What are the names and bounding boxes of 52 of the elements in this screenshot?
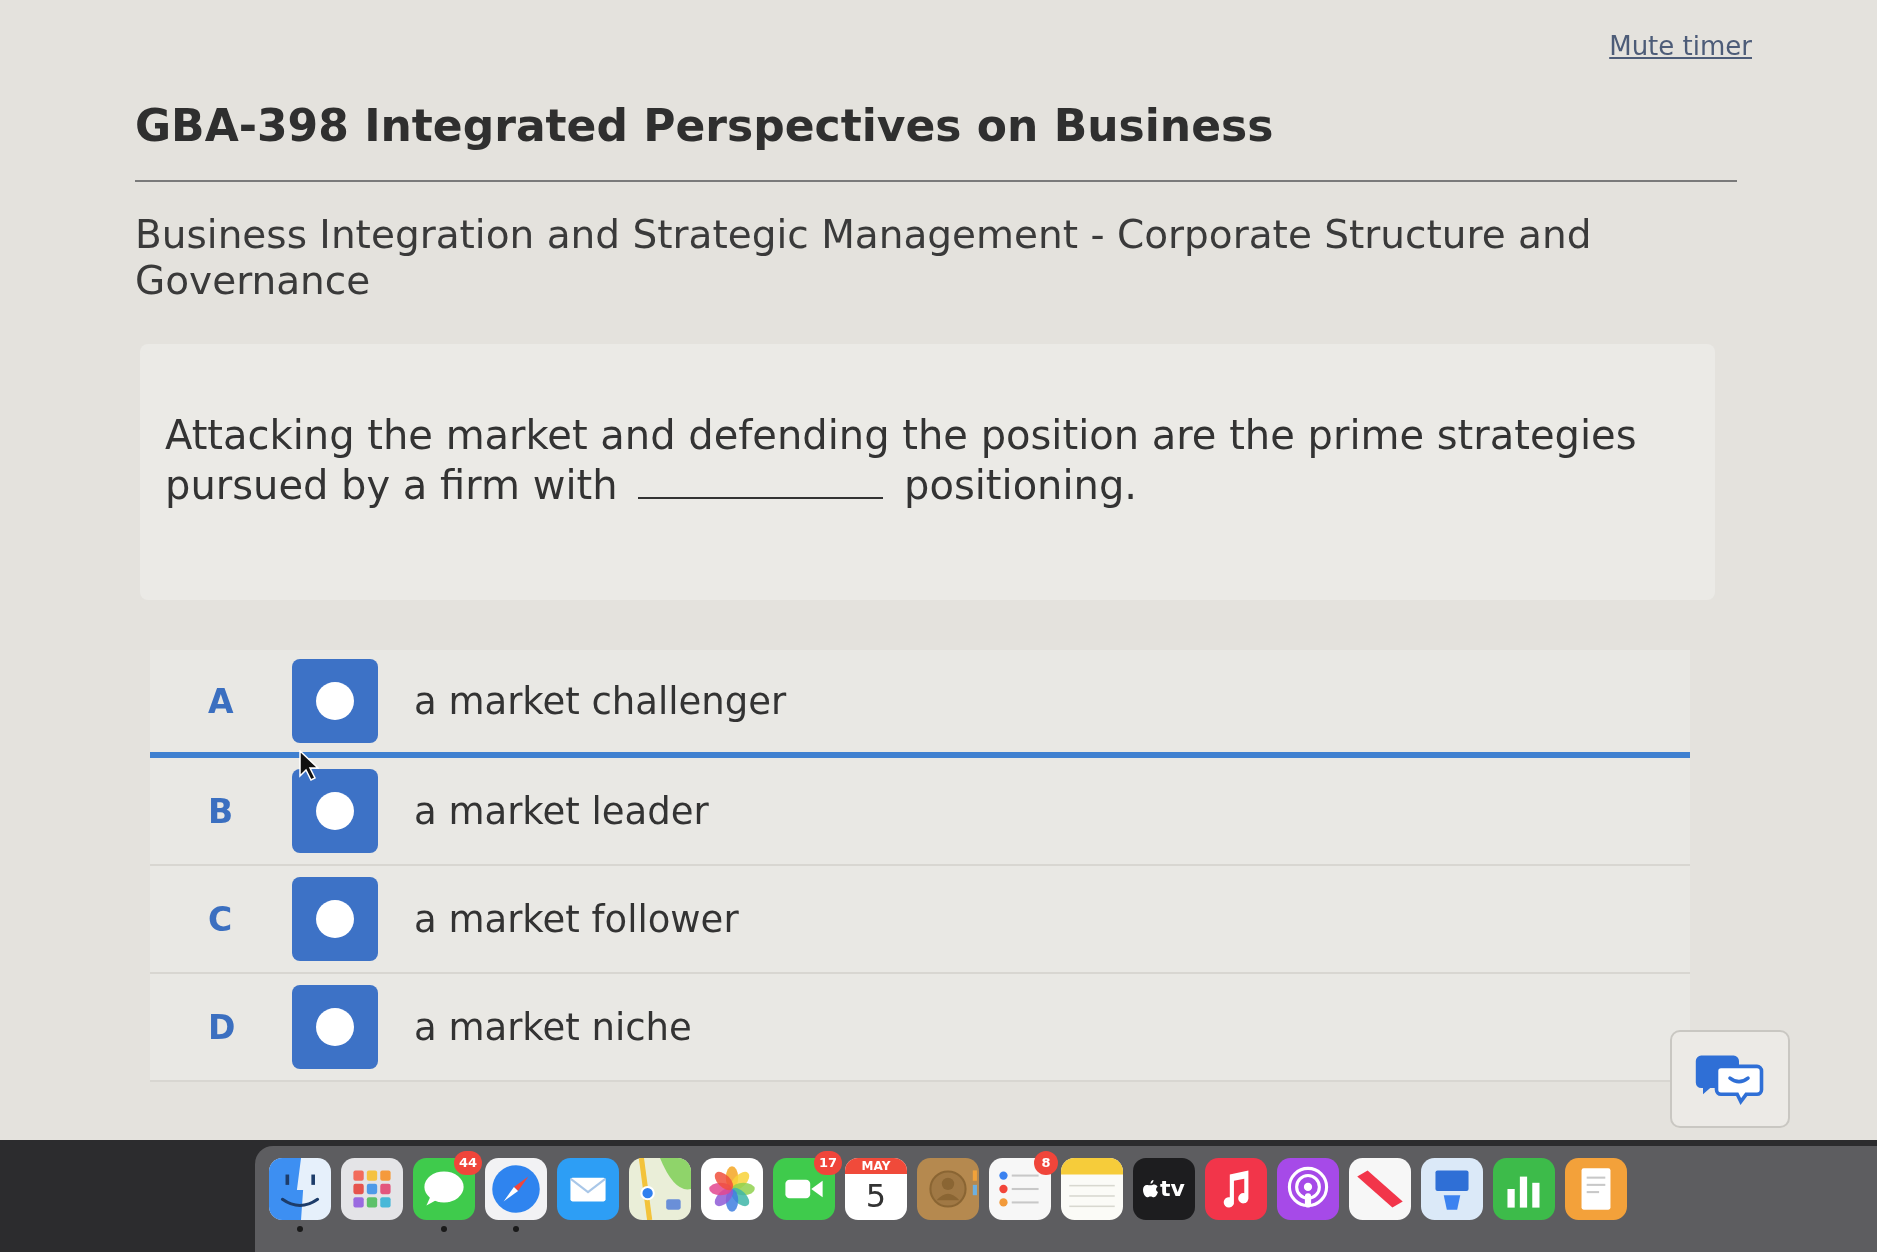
document-icon[interactable]: [1565, 1158, 1627, 1220]
circle-icon: [315, 1007, 355, 1047]
notepad-icon[interactable]: [1061, 1158, 1123, 1220]
course-subtitle: Business Integration and Strategic Management - Corporate Structure and Governance: [135, 212, 1593, 304]
music-note-icon[interactable]: [1205, 1158, 1267, 1220]
answer-option[interactable]: C a market follower: [150, 866, 1690, 974]
answer-option[interactable]: B a market leader: [150, 758, 1690, 866]
tv-tile[interactable]: tv: [1133, 1158, 1195, 1220]
radio-button[interactable]: [292, 769, 378, 853]
notification-badge: 44: [453, 1151, 482, 1175]
diagonal-stripe-icon[interactable]: [1349, 1158, 1411, 1220]
radio-button[interactable]: [292, 659, 378, 743]
option-letter: C: [208, 899, 234, 939]
question-text: Attacking the market and defending the position are the prime strategies pursued by a firm with positioning.: [165, 411, 1638, 510]
apple-logo-icon: [1143, 1180, 1159, 1198]
envelope-icon[interactable]: [557, 1158, 619, 1220]
mouse-pointer-icon: [299, 750, 319, 782]
option-text: a market follower: [414, 897, 739, 941]
compass-icon[interactable]: [485, 1158, 547, 1220]
broadcast-icon[interactable]: [1277, 1158, 1339, 1220]
calendar-day: 5: [865, 1174, 887, 1218]
smiling-face-icon[interactable]: [269, 1158, 331, 1220]
circle-icon: [315, 791, 355, 831]
option-letter: D: [208, 1007, 237, 1047]
podium-icon[interactable]: [1421, 1158, 1483, 1220]
option-letter: A: [208, 681, 235, 721]
circle-icon: [315, 681, 355, 721]
app-grid-icon[interactable]: [341, 1158, 403, 1220]
option-text: a market challenger: [414, 679, 787, 723]
notification-badge: 8: [1034, 1151, 1058, 1175]
video-camera-icon[interactable]: [773, 1158, 835, 1220]
radio-button[interactable]: [292, 985, 378, 1069]
answer-option[interactable]: D a market niche: [150, 974, 1690, 1082]
notification-badge: 17: [813, 1151, 842, 1175]
tv-label: tv: [1160, 1176, 1185, 1202]
option-letter: B: [208, 791, 235, 831]
course-title: GBA-398 Integrated Perspectives on Business: [135, 100, 1274, 152]
calendar-month: MAY: [845, 1158, 907, 1174]
option-text: a market niche: [414, 1005, 692, 1049]
map-icon[interactable]: [629, 1158, 691, 1220]
calendar-tile[interactable]: MAY 5: [845, 1158, 907, 1220]
bar-chart-icon[interactable]: [1493, 1158, 1555, 1220]
answer-option[interactable]: A a market challenger: [150, 650, 1690, 758]
checklist-icon[interactable]: [989, 1158, 1051, 1220]
mute-timer-link[interactable]: Mute timer: [1609, 32, 1752, 60]
speech-bubble-icon[interactable]: [413, 1158, 475, 1220]
radio-button[interactable]: [292, 877, 378, 961]
option-text: a market leader: [414, 789, 709, 833]
circle-icon: [315, 899, 355, 939]
address-book-icon[interactable]: [917, 1158, 979, 1220]
flower-icon[interactable]: [701, 1158, 763, 1220]
chat-button[interactable]: [1670, 1030, 1790, 1128]
